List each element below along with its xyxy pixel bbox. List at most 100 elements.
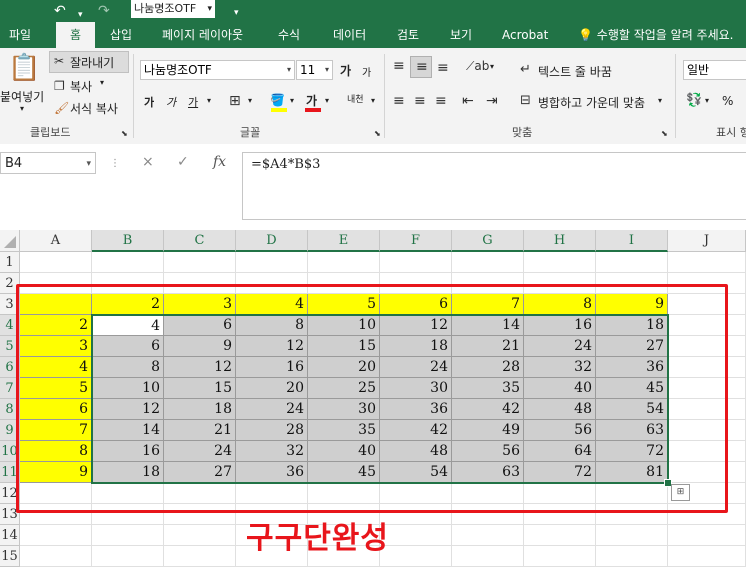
copy-dropdown-icon[interactable]: ▾ (100, 78, 104, 87)
cell-f10[interactable]: 48 (380, 441, 452, 462)
cell-f12[interactable] (380, 483, 452, 504)
cell-h5[interactable]: 24 (524, 336, 596, 357)
cell-b15[interactable] (92, 546, 164, 567)
cell-g5[interactable]: 21 (452, 336, 524, 357)
cell-b6[interactable]: 8 (92, 357, 164, 378)
tab-review[interactable]: 검토 (397, 22, 419, 48)
cell-d7[interactable]: 20 (236, 378, 308, 399)
merge-dropdown-icon[interactable]: ▾ (658, 96, 662, 105)
phonetic-dropdown-icon[interactable]: ▾ (371, 96, 375, 105)
insert-function-button[interactable]: fx (213, 154, 226, 170)
cell-d3[interactable]: 4 (236, 294, 308, 315)
dialog-launcher-icon[interactable]: ⬊ (374, 126, 381, 142)
cell-a8[interactable]: 6 (20, 399, 92, 420)
cell-a11[interactable]: 9 (20, 462, 92, 483)
cell-j13[interactable] (668, 504, 746, 525)
cell-b13[interactable] (92, 504, 164, 525)
cell-g12[interactable] (452, 483, 524, 504)
cell-c15[interactable] (164, 546, 236, 567)
increase-indent-icon[interactable]: ⇥ (486, 93, 498, 109)
wrap-text-icon[interactable]: ↵ (520, 62, 531, 78)
row-header-8[interactable]: 8 (0, 399, 20, 420)
cell-d12[interactable] (236, 483, 308, 504)
align-middle-button[interactable]: ≡ (410, 56, 432, 78)
row-header-2[interactable]: 2 (0, 273, 20, 294)
cell-a10[interactable]: 8 (20, 441, 92, 462)
customize-toolbar-icon[interactable]: ▾ (234, 4, 239, 22)
cell-e9[interactable]: 35 (308, 420, 380, 441)
cell-a15[interactable] (20, 546, 92, 567)
cell-i14[interactable] (596, 525, 668, 546)
cell-g1[interactable] (452, 252, 524, 273)
cell-d8[interactable]: 24 (236, 399, 308, 420)
row-header-7[interactable]: 7 (0, 378, 20, 399)
cell-b14[interactable] (92, 525, 164, 546)
cell-j10[interactable] (668, 441, 746, 462)
fill-color-icon[interactable]: 🪣 (270, 92, 285, 108)
cell-f7[interactable]: 30 (380, 378, 452, 399)
name-box[interactable]: B4 ▾ (0, 152, 96, 174)
cell-e2[interactable] (308, 273, 380, 294)
cell-e8[interactable]: 30 (308, 399, 380, 420)
cell-e3[interactable]: 5 (308, 294, 380, 315)
cell-g14[interactable] (452, 525, 524, 546)
cell-f8[interactable]: 36 (380, 399, 452, 420)
font-name-select[interactable]: 나눔명조OTF ▾ (140, 60, 295, 80)
cell-b7[interactable]: 10 (92, 378, 164, 399)
cell-h11[interactable]: 72 (524, 462, 596, 483)
align-center-icon[interactable]: ≡ (414, 93, 426, 109)
cell-d9[interactable]: 28 (236, 420, 308, 441)
cell-g11[interactable]: 63 (452, 462, 524, 483)
cell-j7[interactable] (668, 378, 746, 399)
cell-h3[interactable]: 8 (524, 294, 596, 315)
align-right-icon[interactable]: ≡ (435, 93, 447, 109)
cut-button[interactable]: ✂ 잘라내기 (49, 51, 129, 73)
cell-h7[interactable]: 40 (524, 378, 596, 399)
cell-c3[interactable]: 3 (164, 294, 236, 315)
cell-b8[interactable]: 12 (92, 399, 164, 420)
cell-j2[interactable] (668, 273, 746, 294)
cell-f14[interactable] (380, 525, 452, 546)
cell-j6[interactable] (668, 357, 746, 378)
column-header-i[interactable]: I (596, 230, 668, 252)
cancel-icon[interactable]: × (142, 154, 154, 170)
column-header-c[interactable]: C (164, 230, 236, 252)
cell-c1[interactable] (164, 252, 236, 273)
number-format-select[interactable]: 일반 (683, 60, 746, 80)
row-header-12[interactable]: 12 (0, 483, 20, 504)
border-dropdown-icon[interactable]: ▾ (248, 96, 252, 105)
tab-acrobat[interactable]: Acrobat (502, 22, 548, 48)
cell-j1[interactable] (668, 252, 746, 273)
cell-j8[interactable] (668, 399, 746, 420)
border-icon[interactable]: ⊞ (229, 93, 241, 109)
cell-d10[interactable]: 32 (236, 441, 308, 462)
row-header-5[interactable]: 5 (0, 336, 20, 357)
wrap-text-button[interactable]: 텍스트 줄 바꿈 (538, 63, 612, 80)
quick-analysis-icon[interactable]: ⊞ (671, 484, 690, 501)
cell-i1[interactable] (596, 252, 668, 273)
cell-e7[interactable]: 25 (308, 378, 380, 399)
cell-f13[interactable] (380, 504, 452, 525)
cell-h12[interactable] (524, 483, 596, 504)
tab-page-layout[interactable]: 페이지 레이아웃 (162, 22, 243, 48)
cell-j5[interactable] (668, 336, 746, 357)
row-header-6[interactable]: 6 (0, 357, 20, 378)
row-header-1[interactable]: 1 (0, 252, 20, 273)
cell-c14[interactable] (164, 525, 236, 546)
paste-button[interactable]: 붙여넣기 (0, 88, 44, 105)
cell-a3[interactable] (20, 294, 92, 315)
cell-f3[interactable]: 6 (380, 294, 452, 315)
cell-h15[interactable] (524, 546, 596, 567)
cell-g9[interactable]: 49 (452, 420, 524, 441)
column-header-j[interactable]: J (668, 230, 746, 252)
cell-j3[interactable] (668, 294, 746, 315)
cell-c6[interactable]: 12 (164, 357, 236, 378)
cell-g7[interactable]: 35 (452, 378, 524, 399)
formula-input[interactable]: =$A4*B$3 (242, 152, 746, 220)
cell-a1[interactable] (20, 252, 92, 273)
format-painter-icon[interactable]: 🖌 (54, 100, 69, 116)
copy-icon[interactable]: ❐ (54, 78, 65, 94)
shrink-font-button[interactable]: 가 (362, 64, 371, 79)
cell-b11[interactable]: 18 (92, 462, 164, 483)
currency-dropdown-icon[interactable]: ▾ (705, 96, 709, 105)
